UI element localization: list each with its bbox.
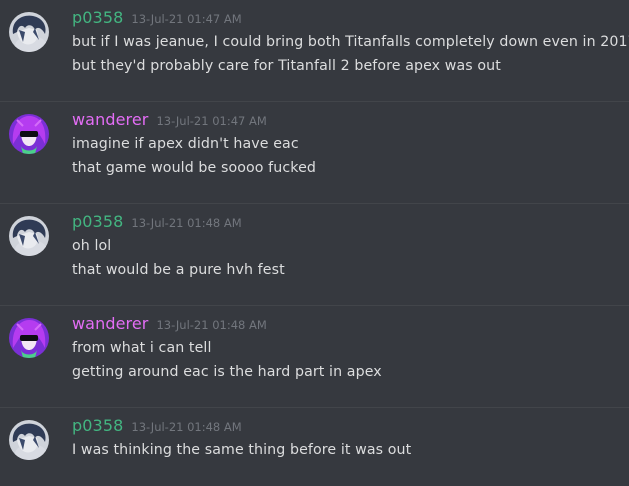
message-header: wanderer 13-Jul-21 01:48 AM [72,314,267,336]
dark-haired-character-avatar[interactable] [9,216,49,256]
dark-haired-character-avatar[interactable] [9,12,49,52]
timestamp: 13-Jul-21 01:47 AM [156,114,267,128]
message-group: p0358 13-Jul-21 01:47 AM but if I was jea… [0,0,629,102]
message-header: p0358 13-Jul-21 01:47 AM [72,8,242,30]
message-line: getting around eac is the hard part in a… [72,364,382,380]
message-header: p0358 13-Jul-21 01:48 AM [72,212,242,234]
message-line: that game would be soooo fucked [72,160,317,176]
chat-message-list: p0358 13-Jul-21 01:47 AM but if I was jea… [0,0,629,482]
purple-haired-sunglasses-avatar[interactable] [9,114,49,154]
message-line: that would be a pure hvh fest [72,262,285,278]
purple-haired-sunglasses-avatar[interactable] [9,318,49,358]
username[interactable]: p0358 [72,212,123,231]
message-header: wanderer 13-Jul-21 01:47 AM [72,110,267,132]
message-line: I was thinking the same thing before it … [72,442,412,458]
message-line: oh lol [72,238,112,254]
timestamp: 13-Jul-21 01:48 AM [156,318,267,332]
message-header: p0358 13-Jul-21 01:48 AM [72,416,242,438]
username[interactable]: wanderer [72,110,148,129]
timestamp: 13-Jul-21 01:48 AM [131,420,242,434]
dark-haired-character-avatar[interactable] [9,420,49,460]
timestamp: 13-Jul-21 01:47 AM [131,12,242,26]
message-line: from what i can tell [72,340,212,356]
message-group: p0358 13-Jul-21 01:48 AM oh lol that woul… [0,204,629,306]
message-group: wanderer 13-Jul-21 01:47 AM imagine if ap… [0,102,629,204]
message-line: imagine if apex didn't have eac [72,136,299,152]
username[interactable]: p0358 [72,8,123,27]
message-line: but if I was jeanue, I could bring both … [72,34,629,50]
timestamp: 13-Jul-21 01:48 AM [131,216,242,230]
message-line: but they'd probably care for Titanfall 2… [72,58,501,74]
message-group: wanderer 13-Jul-21 01:48 AM from what i c… [0,306,629,408]
username[interactable]: p0358 [72,416,123,435]
message-group: p0358 13-Jul-21 01:48 AM I was thinking t… [0,408,629,486]
username[interactable]: wanderer [72,314,148,333]
